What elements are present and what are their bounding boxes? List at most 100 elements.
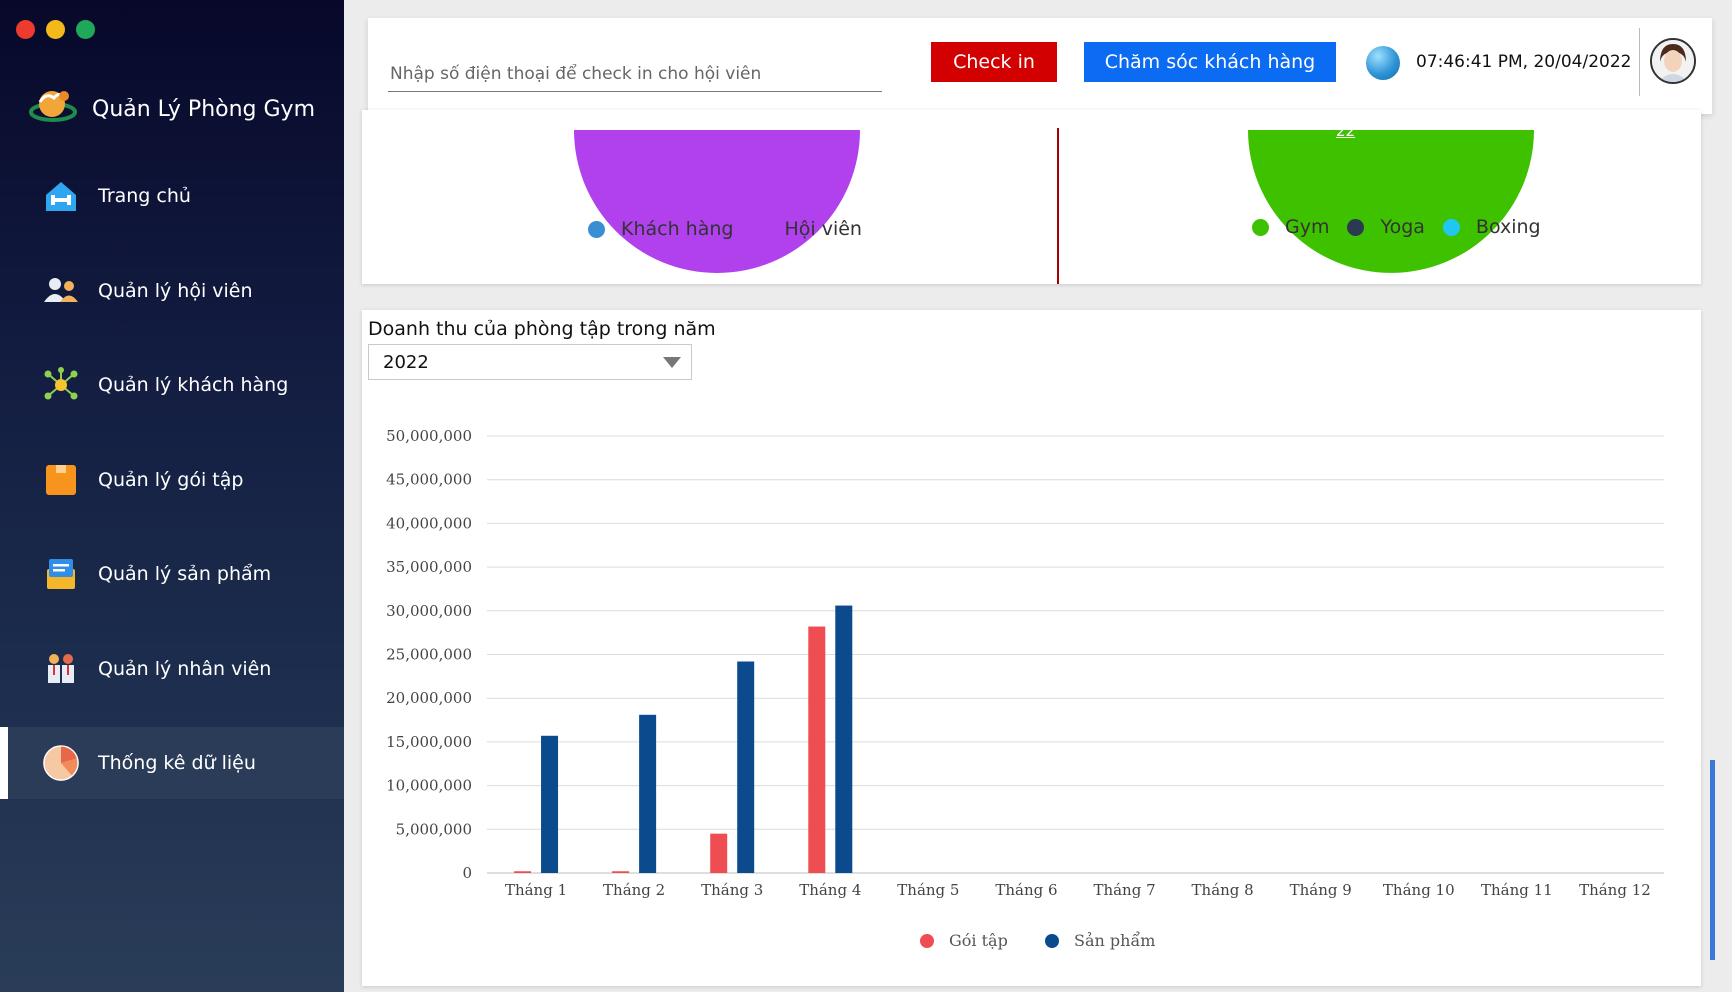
chart-title: Doanh thu của phòng tập trong năm bbox=[368, 318, 716, 340]
bar-goi-tap bbox=[808, 626, 826, 873]
legend-label: Gói tập bbox=[949, 931, 1008, 950]
revenue-chart-card: 0 5,000,000 10,000,000 15,000,000 20,000,000… bbox=[362, 310, 1701, 986]
x-tick-label: Tháng 6 bbox=[995, 881, 1057, 899]
pie-charts bbox=[574, 130, 1534, 273]
home-gym-icon bbox=[42, 177, 80, 215]
sidebar-item-staff[interactable]: Quản lý nhân viên bbox=[0, 633, 344, 705]
sidebar-item-packages[interactable]: Quản lý gói tập bbox=[0, 444, 344, 516]
x-tick-label: Tháng 9 bbox=[1290, 881, 1352, 899]
legend-item: Gym bbox=[1252, 216, 1329, 238]
sidebar-item-label: Quản lý gói tập bbox=[98, 469, 244, 491]
brand-title: Quản Lý Phòng Gym bbox=[92, 96, 315, 122]
pie-left-legend: Khách hàng Hội viên bbox=[588, 218, 880, 240]
legend-label: Yoga bbox=[1380, 216, 1425, 238]
bar-san-pham bbox=[639, 714, 657, 873]
pie-right-slice-gym bbox=[1248, 130, 1534, 273]
bar-goi-tap bbox=[514, 871, 532, 873]
x-tick-label: Tháng 3 bbox=[701, 881, 763, 899]
legend-item: Khách hàng bbox=[588, 218, 733, 240]
bar-san-pham bbox=[541, 735, 559, 873]
member-pie-card: 22 Khách hàng Hội viên Gym Yoga Boxing bbox=[362, 110, 1701, 284]
legend-dot bbox=[588, 220, 605, 238]
y-tick-label: 40,000,000 bbox=[386, 514, 472, 532]
x-tick-label: Tháng 5 bbox=[897, 881, 959, 899]
header-bar: Check in Chăm sóc khách hàng 07:46:41 PM… bbox=[368, 18, 1712, 114]
legend-label: Khách hàng bbox=[621, 218, 734, 240]
network-icon bbox=[42, 366, 80, 404]
legend-dot bbox=[1347, 218, 1365, 236]
y-tick-label: 20,000,000 bbox=[386, 689, 472, 707]
minimize-window-button[interactable] bbox=[46, 20, 65, 39]
sidebar-item-label: Quản lý sản phẩm bbox=[98, 563, 272, 585]
globe-icon bbox=[1366, 46, 1400, 80]
revenue-bar-chart: 0 5,000,000 10,000,000 15,000,000 20,000,000… bbox=[386, 427, 1664, 950]
legend-label: Sản phẩm bbox=[1074, 931, 1155, 950]
sidebar-item-members[interactable]: Quản lý hội viên bbox=[0, 255, 344, 327]
sidebar-item-label: Quản lý khách hàng bbox=[98, 374, 289, 396]
sidebar-item-statistics[interactable]: Thống kê dữ liệu bbox=[0, 727, 344, 799]
x-tick-label: Tháng 8 bbox=[1192, 881, 1254, 899]
y-tick-label: 50,000,000 bbox=[386, 427, 472, 445]
members-icon bbox=[42, 272, 80, 310]
pie-right-value-label: 22 bbox=[1336, 122, 1356, 140]
y-tick-label: 30,000,000 bbox=[386, 602, 472, 620]
sidebar-item-products[interactable]: Quản lý sản phẩm bbox=[0, 538, 344, 610]
legend-item: Hội viên bbox=[751, 218, 862, 240]
year-select[interactable]: 2022 bbox=[368, 344, 692, 380]
sidebar-item-label: Trang chủ bbox=[98, 185, 191, 207]
bar-goi-tap bbox=[612, 871, 630, 873]
legend-item: Yoga bbox=[1347, 216, 1425, 238]
year-select-value: 2022 bbox=[383, 351, 429, 373]
x-tick-label: Tháng 2 bbox=[603, 881, 665, 899]
y-tick-label: 5,000,000 bbox=[396, 820, 472, 838]
close-window-button[interactable] bbox=[16, 20, 35, 39]
x-tick-label: Tháng 7 bbox=[1093, 881, 1155, 899]
x-tick-label: Tháng 1 bbox=[505, 881, 567, 899]
legend-dot bbox=[1045, 934, 1059, 948]
legend-dot bbox=[751, 220, 769, 238]
y-tick-label: 10,000,000 bbox=[386, 777, 472, 795]
legend-dot bbox=[1252, 218, 1269, 236]
chevron-down-icon bbox=[663, 357, 681, 368]
y-tick-label: 0 bbox=[462, 864, 472, 882]
staff-icon bbox=[42, 650, 80, 688]
sidebar-item-customers[interactable]: Quản lý khách hàng bbox=[0, 349, 344, 421]
gym-logo-icon bbox=[28, 82, 78, 136]
customer-care-button[interactable]: Chăm sóc khách hàng bbox=[1084, 42, 1336, 82]
avatar[interactable] bbox=[1650, 38, 1696, 84]
y-tick-label: 25,000,000 bbox=[386, 646, 472, 664]
header-divider bbox=[1639, 28, 1640, 96]
bar-san-pham bbox=[737, 661, 755, 873]
y-tick-label: 15,000,000 bbox=[386, 733, 472, 751]
sidebar-item-label: Thống kê dữ liệu bbox=[98, 752, 256, 774]
pie-divider bbox=[1057, 128, 1059, 284]
product-box-icon bbox=[42, 555, 80, 593]
sidebar-item-label: Quản lý hội viên bbox=[98, 280, 253, 302]
legend-dot bbox=[920, 934, 934, 948]
package-icon bbox=[42, 461, 80, 499]
maximize-window-button[interactable] bbox=[76, 20, 95, 39]
sidebar-item-label: Quản lý nhân viên bbox=[98, 658, 272, 680]
legend-label: Hội viên bbox=[784, 218, 862, 240]
x-tick-label: Tháng 12 bbox=[1579, 881, 1651, 899]
y-tick-label: 35,000,000 bbox=[386, 558, 472, 576]
datetime-display: 07:46:41 PM, 20/04/2022 bbox=[1416, 52, 1632, 72]
pie-left-slice-members bbox=[574, 130, 860, 273]
brand: Quản Lý Phòng Gym bbox=[28, 82, 315, 136]
sidebar-item-home[interactable]: Trang chủ bbox=[0, 160, 344, 232]
pie-chart-icon bbox=[42, 744, 80, 782]
x-tick-label: Tháng 10 bbox=[1383, 881, 1455, 899]
legend-item: Boxing bbox=[1442, 216, 1541, 238]
bar-san-pham bbox=[835, 605, 853, 873]
legend-label: Boxing bbox=[1475, 216, 1541, 238]
pie-right-legend: Gym Yoga Boxing bbox=[1252, 216, 1559, 238]
legend-label: Gym bbox=[1285, 216, 1330, 238]
bar-goi-tap bbox=[710, 833, 728, 873]
legend-dot bbox=[1442, 218, 1460, 236]
scrollbar-thumb[interactable] bbox=[1710, 760, 1715, 960]
y-tick-label: 45,000,000 bbox=[386, 471, 472, 489]
check-in-button[interactable]: Check in bbox=[931, 42, 1057, 82]
x-tick-label: Tháng 4 bbox=[799, 881, 861, 899]
phone-checkin-input[interactable] bbox=[388, 56, 882, 92]
x-tick-label: Tháng 11 bbox=[1481, 881, 1553, 899]
